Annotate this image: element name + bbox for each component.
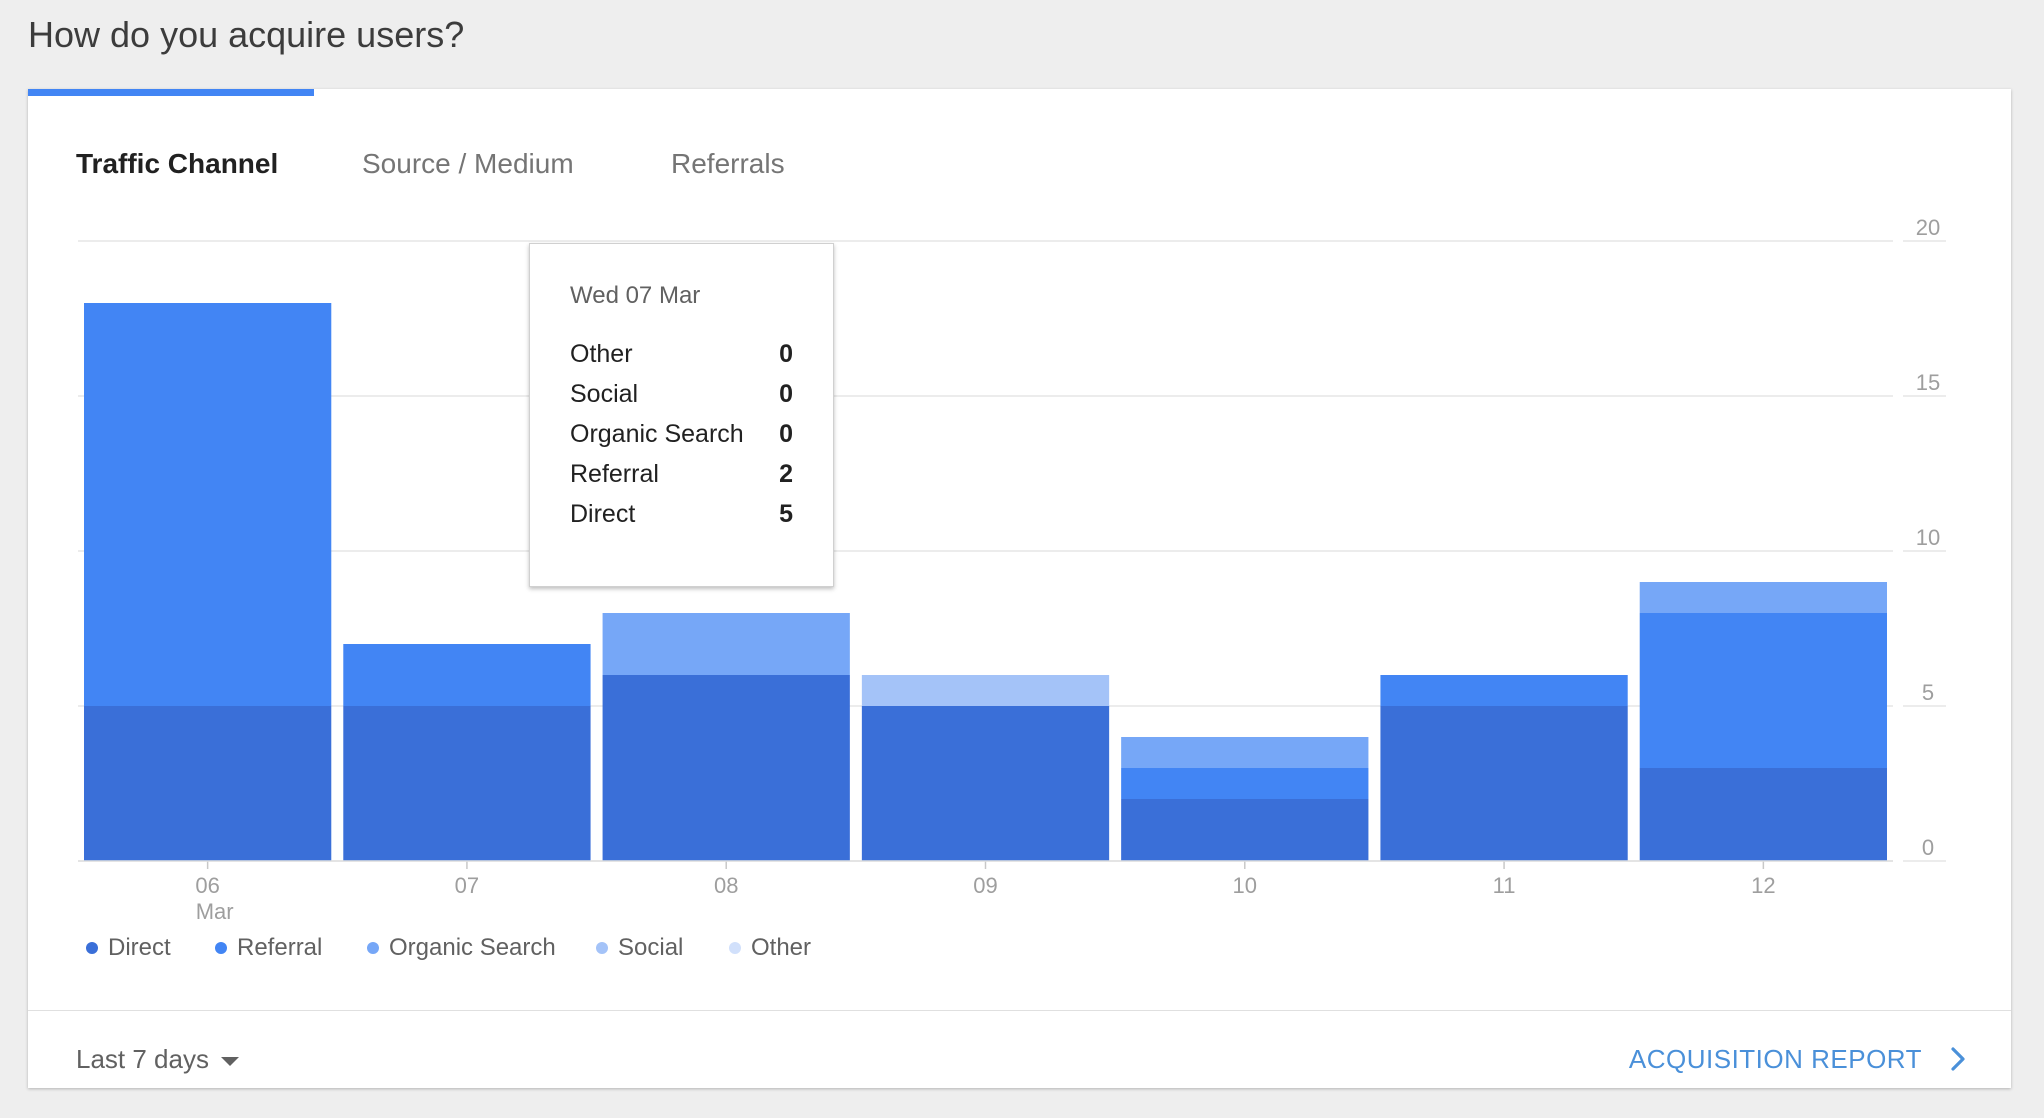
legend-item-other[interactable]: Other xyxy=(729,934,811,962)
x-tick-label: 12 xyxy=(1751,873,1775,898)
tooltip-row-label: Referral xyxy=(570,460,659,488)
legend-dot-icon xyxy=(367,942,379,954)
acquisition-report-link[interactable]: ACQUISITION REPORT xyxy=(1629,1034,1966,1084)
bar-segment-direct xyxy=(602,675,850,861)
tooltip-date: Wed 07 Mar xyxy=(570,282,701,309)
legend-item-referral[interactable]: Referral xyxy=(215,934,322,962)
x-tick-label: 07 xyxy=(455,873,479,898)
legend-label: Social xyxy=(618,934,684,961)
tooltip-row-value: 0 xyxy=(779,340,793,368)
bar-segment-organic-search xyxy=(602,613,850,675)
acquisition-card: Traffic Channel Source / Medium Referral… xyxy=(28,89,2011,1088)
y-tick-label: 10 xyxy=(1916,525,1940,550)
bar-segment-direct xyxy=(84,706,332,861)
bar-segment-referral xyxy=(1121,768,1369,799)
tooltip-row-value: 2 xyxy=(779,460,793,488)
legend-label: Referral xyxy=(237,934,323,961)
x-tick-label: 09 xyxy=(973,873,997,898)
y-tick-label: 0 xyxy=(1922,835,1934,860)
legend-dot-icon xyxy=(215,942,227,954)
legend-item-direct[interactable]: Direct xyxy=(86,934,171,962)
legend-item-social[interactable]: Social xyxy=(596,934,683,962)
x-tick-sublabel: Mar xyxy=(196,899,234,924)
legend-label: Organic Search xyxy=(389,934,556,961)
bar-segment-organic-search xyxy=(1121,737,1369,768)
bar-segment-direct xyxy=(861,706,1110,861)
tooltip-row: Referral 2 xyxy=(570,454,793,494)
legend-item-organic-search[interactable]: Organic Search xyxy=(367,934,556,962)
x-tick-label: 08 xyxy=(714,873,738,898)
page-title: How do you acquire users? xyxy=(28,14,465,55)
stacked-bar-chart: 0510152006Mar07 08 09 10 11 12 xyxy=(78,215,1946,924)
legend-dot-icon xyxy=(86,942,98,954)
date-range-label: Last 7 days xyxy=(76,1043,209,1074)
footer-divider xyxy=(28,1010,2011,1011)
legend-label: Direct xyxy=(108,934,171,961)
date-range-dropdown[interactable]: Last 7 days xyxy=(76,1034,239,1084)
bar-segment-social xyxy=(861,675,1110,706)
tooltip-row-label: Organic Search xyxy=(570,420,744,448)
bar-segment-referral xyxy=(1639,613,1887,768)
bar-segment-direct xyxy=(1639,768,1887,861)
tooltip-row-label: Other xyxy=(570,340,633,368)
bar-segment-referral xyxy=(84,303,332,706)
bar-segment-referral xyxy=(1380,675,1628,706)
tooltip-row: Other 0 xyxy=(570,334,793,374)
bar-segment-direct xyxy=(1121,799,1369,861)
tooltip-row-value: 0 xyxy=(779,420,793,448)
x-tick-label: 10 xyxy=(1233,873,1257,898)
tooltip-row: Social 0 xyxy=(570,374,793,414)
x-tick-label: 11 xyxy=(1493,873,1516,898)
chart-tooltip: Wed 07 Mar Other 0 Social 0 Organic Sear… xyxy=(529,243,834,587)
tooltip-row-label: Social xyxy=(570,380,639,408)
bar-segment-direct xyxy=(343,706,591,861)
y-tick-label: 20 xyxy=(1916,215,1940,240)
tooltip-row-label: Direct xyxy=(570,500,636,528)
acquisition-report-label: ACQUISITION REPORT xyxy=(1628,1043,1922,1074)
legend-dot-icon xyxy=(729,942,741,954)
legend-dot-icon xyxy=(596,942,608,954)
tooltip-row: Organic Search 0 xyxy=(570,414,793,454)
tooltip-row: Direct 5 xyxy=(570,494,793,534)
bar-segment-direct xyxy=(1380,706,1628,861)
bar-segment-organic-search xyxy=(1639,582,1887,613)
x-tick-label: 06 xyxy=(195,873,219,898)
caret-down-icon xyxy=(220,1056,239,1066)
tooltip-row-value: 0 xyxy=(779,380,793,408)
y-tick-label: 5 xyxy=(1922,680,1934,705)
legend-label: Other xyxy=(751,934,812,961)
y-tick-label: 15 xyxy=(1916,370,1940,395)
bar-segment-referral xyxy=(343,644,591,706)
chevron-right-icon xyxy=(1951,1047,1965,1071)
tooltip-row-value: 5 xyxy=(779,500,793,528)
